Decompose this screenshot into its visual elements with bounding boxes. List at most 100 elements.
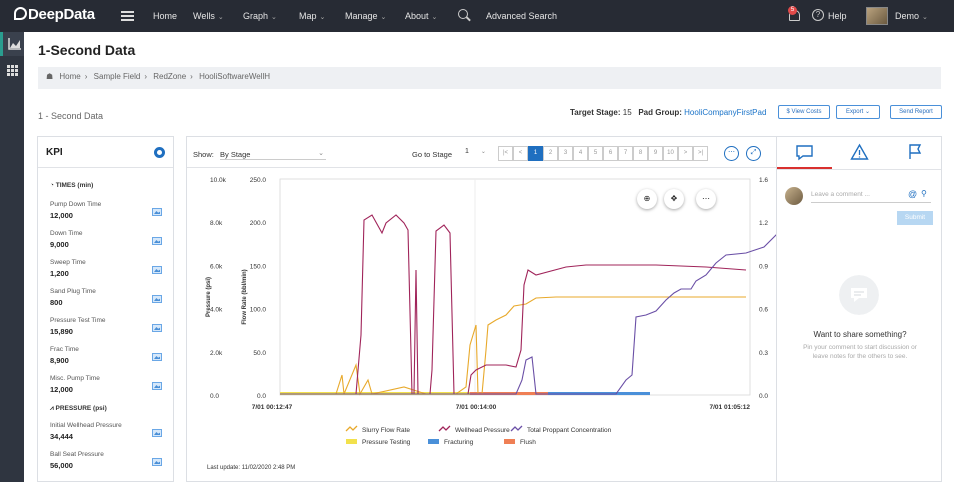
page-first-button[interactable]: |< <box>498 146 513 161</box>
submit-button[interactable]: Submit <box>897 211 933 225</box>
plot-border <box>279 178 751 396</box>
empty-hint-1: Pin your comment to start discussion or <box>803 344 917 351</box>
breadcrumb-well[interactable]: HooliSoftwareWellH <box>199 72 270 81</box>
chart-image-icon[interactable] <box>152 324 162 332</box>
page-button[interactable]: 5 <box>588 146 603 161</box>
gear-icon[interactable] <box>154 147 165 158</box>
rail-chart-item[interactable] <box>0 32 24 56</box>
chart-image-icon[interactable] <box>152 208 162 216</box>
chart-image-icon[interactable] <box>152 382 162 390</box>
page-button[interactable]: 8 <box>633 146 648 161</box>
nav-graph[interactable]: Graph ⌄ <box>243 11 277 21</box>
page-button[interactable]: 7 <box>618 146 633 161</box>
chevron-down-icon: ⌄ <box>271 14 277 21</box>
goto-stage-select[interactable]: 1 ⌄ <box>465 148 495 160</box>
show-select[interactable]: By Stage ⌄ <box>220 146 326 160</box>
chevron-down-icon: ⌄ <box>217 14 224 21</box>
chart-image-icon[interactable] <box>152 458 162 466</box>
more-icon[interactable]: ⋯ <box>696 189 716 209</box>
breadcrumb-zone[interactable]: RedZone <box>153 72 186 81</box>
top-navbar: DeepData Home Wells ⌄ Graph ⌄ Map ⌄ Manage ⌄… <box>0 0 954 32</box>
warning-icon <box>850 143 869 160</box>
nav-manage[interactable]: Manage ⌄ <box>345 11 386 21</box>
kpi-label: Misc. Pump Time <box>50 375 100 382</box>
nav-wells[interactable]: Wells ⌄ <box>193 11 224 21</box>
page-button[interactable]: 1 <box>528 146 543 161</box>
kpi-value: 1,200 <box>50 269 69 278</box>
menu-icon[interactable] <box>121 11 134 21</box>
legend-slurry-flow-rate: Slurry Flow Rate <box>362 427 410 434</box>
nav-about[interactable]: About ⌄ <box>405 11 437 21</box>
y-tick-label: 1.6 <box>759 177 768 184</box>
tab-flags[interactable] <box>887 137 942 169</box>
view-costs-button[interactable]: $ View Costs <box>778 105 830 119</box>
tab-comments[interactable] <box>777 137 832 169</box>
mention-icon[interactable]: @ <box>908 189 917 199</box>
pan-icon[interactable]: ✥ <box>664 189 684 209</box>
page-button[interactable]: 3 <box>558 146 573 161</box>
search-icon[interactable] <box>458 9 468 19</box>
y-tick-label: 2.0k <box>210 350 223 357</box>
y-tick-label: 200.0 <box>250 220 267 227</box>
help-icon[interactable]: ? <box>812 9 824 21</box>
export-button[interactable]: Export ⌄ <box>836 105 880 119</box>
y-tick-label: 1.2 <box>759 220 768 227</box>
kpi-value: 34,444 <box>50 432 73 441</box>
y-tick-label: 0.3 <box>759 350 768 357</box>
more-options-icon[interactable]: ⋯ <box>724 146 739 161</box>
flag-icon <box>909 144 922 159</box>
zoom-in-icon[interactable]: ⊕ <box>637 189 657 209</box>
user-menu[interactable]: Demo ⌄ <box>895 11 928 21</box>
nav-advanced-search[interactable]: Advanced Search <box>486 11 557 21</box>
nav-home[interactable]: Home <box>153 11 177 21</box>
page-button[interactable]: 2 <box>543 146 558 161</box>
kpi-label: Initial Wellhead Pressure <box>50 422 122 429</box>
y-tick-label: 100.0 <box>250 307 267 314</box>
page-prev-button[interactable]: < <box>513 146 528 161</box>
show-label: Show: <box>193 150 214 159</box>
y-tick-label: 6.0k <box>210 263 223 270</box>
page-last-button[interactable]: >| <box>693 146 708 161</box>
legend-proppant: Total Proppant Concentration <box>527 427 612 434</box>
series-line <box>280 214 747 395</box>
chart-image-icon[interactable] <box>152 266 162 274</box>
page-next-button[interactable]: > <box>678 146 693 161</box>
y-tick-label: 8.0k <box>210 220 223 227</box>
kpi-label: Ball Seat Pressure <box>50 451 104 458</box>
pressure-section-header: ⩘ PRESSURE (psi) <box>50 405 107 412</box>
kpi-label: Pressure Test Time <box>50 317 106 324</box>
y-axis-label: Pressure (psi) <box>206 277 212 317</box>
send-report-button[interactable]: Send Report <box>890 105 942 119</box>
page-button[interactable]: 6 <box>603 146 618 161</box>
chart-image-icon[interactable] <box>152 237 162 245</box>
chart-image-icon[interactable] <box>152 295 162 303</box>
chevron-down-icon: ⌄ <box>318 150 324 157</box>
rail-grid-item[interactable] <box>0 58 24 82</box>
kpi-title: KPI <box>46 147 63 158</box>
notification-badge: 5 <box>788 6 797 15</box>
kpi-value: 9,000 <box>50 240 69 249</box>
page-button[interactable]: 10 <box>663 146 678 161</box>
chart-image-icon[interactable] <box>152 429 162 437</box>
chart-image-icon[interactable] <box>152 353 162 361</box>
app-logo[interactable]: DeepData <box>14 6 95 23</box>
chat-bubble-icon <box>839 275 879 315</box>
series-line <box>280 222 790 395</box>
legend-fracturing-swatch <box>428 439 439 444</box>
nav-help[interactable]: Help <box>828 11 847 21</box>
user-avatar[interactable] <box>866 7 888 25</box>
page-button[interactable]: 4 <box>573 146 588 161</box>
breadcrumb-home[interactable]: Home <box>59 72 80 81</box>
comment-icon <box>796 145 813 161</box>
expand-icon[interactable]: ⤢ <box>746 146 761 161</box>
empty-hint-2: leave notes for the others to see. <box>812 353 908 360</box>
page-button[interactable]: 9 <box>648 146 663 161</box>
y-axis-label: Flow Rate (bbl/min) <box>242 269 248 324</box>
pin-icon[interactable]: ⚲ <box>921 189 927 198</box>
breadcrumb-field[interactable]: Sample Field <box>94 72 141 81</box>
tab-alerts[interactable] <box>832 137 887 169</box>
nav-map[interactable]: Map ⌄ <box>299 11 325 21</box>
y-tick-label: 10.0k <box>210 177 227 184</box>
pad-group-link[interactable]: HooliCompanyFirstPad <box>684 108 766 117</box>
kpi-label: Down Time <box>50 230 83 237</box>
